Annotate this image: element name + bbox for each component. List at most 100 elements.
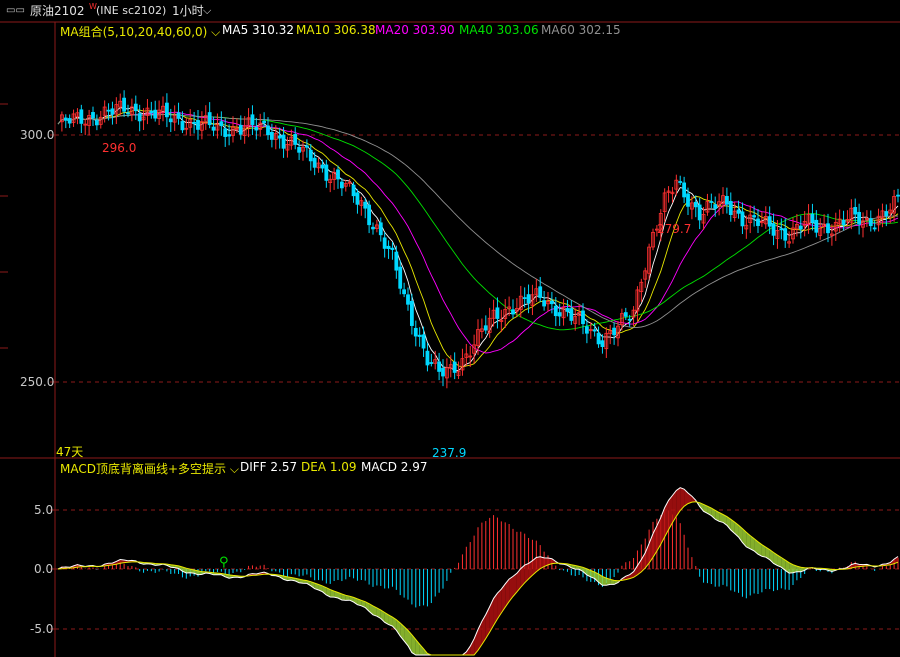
ma40-line bbox=[57, 114, 899, 331]
candle-body bbox=[421, 334, 426, 349]
candle-body bbox=[390, 247, 395, 250]
candle-body bbox=[153, 109, 158, 119]
candle-body bbox=[180, 121, 185, 131]
candle-body bbox=[736, 209, 741, 214]
candle-body bbox=[382, 237, 387, 249]
candle-body bbox=[697, 204, 702, 221]
candle-body bbox=[164, 102, 169, 118]
candle-body bbox=[312, 157, 317, 168]
candle-body bbox=[872, 227, 877, 230]
candle-body bbox=[526, 294, 531, 304]
candle-body bbox=[767, 216, 772, 227]
signal-marker-icon: ⚲ bbox=[219, 555, 229, 570]
candle-body bbox=[211, 126, 216, 131]
candle-body bbox=[483, 325, 488, 331]
macd-lines bbox=[57, 487, 899, 656]
candle-body bbox=[254, 126, 259, 131]
candle-body bbox=[600, 340, 605, 348]
candle-body bbox=[91, 112, 95, 119]
candle-body bbox=[429, 362, 434, 364]
candle-body bbox=[569, 308, 574, 321]
candle-body bbox=[771, 223, 776, 236]
candle-body bbox=[841, 219, 846, 226]
candle-body bbox=[612, 327, 617, 336]
candle-body bbox=[592, 329, 597, 332]
candle-body bbox=[324, 164, 329, 181]
candle-body bbox=[868, 218, 873, 227]
candle-body bbox=[133, 103, 138, 112]
candle-body bbox=[297, 147, 302, 153]
candle-body bbox=[79, 109, 84, 124]
macd-y-tick: -5.0 bbox=[30, 622, 54, 636]
candle-body bbox=[437, 361, 442, 372]
macd-fill bbox=[470, 638, 475, 655]
candle-body bbox=[549, 300, 554, 305]
low-price-label: 237.9 bbox=[432, 446, 467, 460]
candle-body bbox=[542, 300, 547, 307]
candle-body bbox=[63, 117, 68, 121]
candle-body bbox=[857, 211, 862, 225]
candle-body bbox=[713, 204, 718, 209]
y-tick-label: 250.0 bbox=[20, 375, 55, 389]
candle-body bbox=[409, 300, 414, 326]
candle-body bbox=[137, 113, 142, 122]
candle-body bbox=[810, 213, 815, 223]
candle-body bbox=[262, 120, 267, 124]
candle-body bbox=[623, 312, 628, 317]
candle-body bbox=[553, 305, 558, 317]
candle-body bbox=[250, 114, 255, 125]
candle-body bbox=[281, 134, 286, 149]
candle-body bbox=[682, 182, 687, 198]
candle-body bbox=[511, 309, 515, 315]
candle-body bbox=[351, 184, 356, 197]
macd-indicator-name[interactable]: MACD顶底背离画线+多空提示 ⌵ bbox=[60, 460, 239, 477]
ma40-value: MA40 303.06 bbox=[459, 23, 539, 37]
candle-body bbox=[308, 149, 313, 162]
candle-body bbox=[783, 228, 788, 241]
candle-body bbox=[398, 266, 403, 289]
candle-body bbox=[122, 97, 127, 112]
candle-body bbox=[67, 118, 72, 124]
candle-body bbox=[406, 294, 410, 305]
candle-body bbox=[293, 134, 298, 145]
candle-body bbox=[752, 215, 757, 218]
candle-body bbox=[223, 128, 228, 137]
local-high-label: 279.7 bbox=[657, 222, 692, 236]
candle-body bbox=[355, 192, 360, 205]
price-chart[interactable] bbox=[0, 0, 900, 657]
candle-body bbox=[495, 307, 500, 319]
ma5-value: MA5 310.32 bbox=[222, 23, 294, 37]
candle-body bbox=[110, 108, 115, 115]
candle-body bbox=[441, 367, 445, 377]
candle-body bbox=[724, 195, 729, 205]
candle-body bbox=[686, 193, 690, 207]
ma60-value: MA60 302.15 bbox=[541, 23, 621, 37]
candle-body bbox=[219, 121, 224, 127]
candle-body bbox=[557, 312, 562, 317]
candle-body bbox=[207, 112, 212, 126]
candle-body bbox=[814, 219, 819, 233]
candle-body bbox=[627, 318, 632, 321]
candle-body bbox=[896, 194, 900, 197]
candle-body bbox=[277, 135, 282, 139]
candle-body bbox=[386, 245, 391, 249]
candle-body bbox=[176, 112, 181, 119]
candle-body bbox=[336, 169, 340, 180]
candle-body bbox=[363, 201, 368, 209]
chevron-down-icon[interactable]: ⌵ bbox=[207, 25, 220, 39]
macd-y-tick: 5.0 bbox=[34, 503, 54, 517]
candle-body bbox=[798, 225, 803, 230]
chevron-down-icon[interactable]: ⌵ bbox=[226, 462, 239, 476]
candle-body bbox=[678, 181, 683, 183]
candle-body bbox=[304, 145, 309, 148]
candle-body bbox=[581, 310, 585, 325]
candle-body bbox=[728, 200, 733, 215]
high-price-label: 296.0 bbox=[102, 141, 137, 155]
candle-body bbox=[227, 134, 232, 137]
candle-body bbox=[756, 218, 760, 226]
candle-body bbox=[522, 297, 527, 299]
ma-indicator-name[interactable]: MA组合(5,10,20,40,60,0) ⌵ bbox=[60, 23, 220, 40]
diff-value: DIFF 2.57 bbox=[240, 460, 298, 474]
candle-body bbox=[106, 109, 111, 112]
macd-value: MACD 2.97 bbox=[361, 460, 428, 474]
